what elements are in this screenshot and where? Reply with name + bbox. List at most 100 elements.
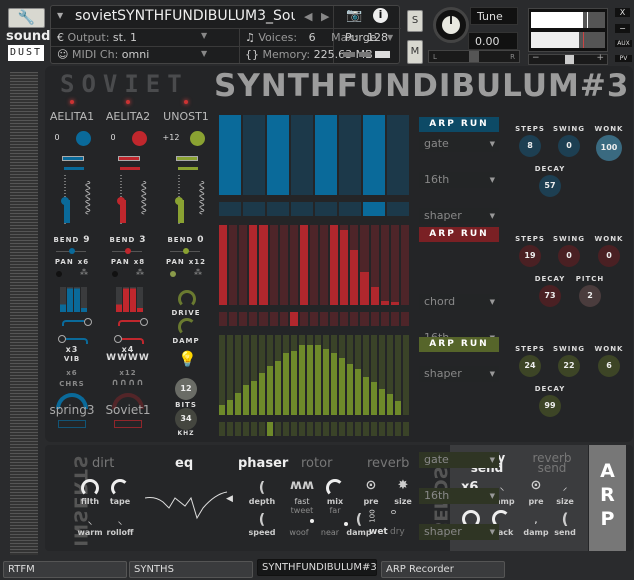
speed-knob[interactable]: ( xyxy=(245,512,279,528)
mix-knob[interactable] xyxy=(326,479,344,497)
bend-control[interactable]: BEND 3 xyxy=(100,235,156,245)
step-value-bar[interactable] xyxy=(360,272,369,305)
transpose-value[interactable]: 0 xyxy=(48,133,66,142)
instrument-name[interactable]: sovietSYNTHFUNDIBULUM3_Sound xyxy=(75,8,295,24)
arp-wonk-knob[interactable]: 100 xyxy=(596,135,622,161)
mode-led[interactable] xyxy=(56,271,62,277)
step-value-bar[interactable] xyxy=(299,345,305,415)
mod-bar[interactable] xyxy=(60,287,66,312)
step-value-bar[interactable] xyxy=(363,115,385,195)
pan-handle[interactable] xyxy=(69,248,75,254)
step-value-bar[interactable] xyxy=(339,358,345,415)
arp-wonk-knob[interactable]: 6 xyxy=(598,355,620,377)
channel-color-button[interactable] xyxy=(190,131,205,146)
step-cell[interactable] xyxy=(339,115,361,195)
rs-size-knob[interactable]: ⸝ xyxy=(548,482,582,493)
output-dropdown-arrow[interactable]: ▼ xyxy=(201,31,207,40)
pre-icon[interactable]: ⊙ xyxy=(354,478,388,493)
step-value-bar[interactable] xyxy=(219,225,228,305)
fx-tab-eq[interactable]: eq xyxy=(175,456,193,471)
mod-bar[interactable] xyxy=(123,287,129,312)
step-value-bar[interactable] xyxy=(331,353,337,415)
arp-swing-knob[interactable]: 22 xyxy=(558,355,580,377)
pan-handle[interactable] xyxy=(183,248,189,254)
camera-icon[interactable]: 📷 xyxy=(346,8,362,23)
damp-knob[interactable] xyxy=(178,318,196,336)
step-sequencer[interactable] xyxy=(218,335,410,440)
step-value-bar[interactable] xyxy=(227,399,233,415)
step-value-bar[interactable] xyxy=(315,345,321,415)
step-cell[interactable] xyxy=(400,225,409,305)
instrument-menu-arrow[interactable]: ▼ xyxy=(57,11,63,20)
bend-value[interactable]: 9 xyxy=(83,235,90,245)
step-value-bar[interactable] xyxy=(395,400,401,415)
step-cell[interactable] xyxy=(320,225,329,305)
arp-pitch-knob[interactable]: 2 xyxy=(579,285,601,307)
step-value-bar[interactable] xyxy=(363,377,369,415)
arp-mode-dropdown[interactable]: gate xyxy=(419,452,499,468)
step-value-bar[interactable] xyxy=(259,373,265,415)
channel-color-button[interactable] xyxy=(132,131,147,146)
minimize-button[interactable]: − xyxy=(615,24,630,33)
step-value-bar[interactable] xyxy=(219,404,225,415)
wrench-button[interactable]: 🔧 xyxy=(8,8,45,28)
pan-multiplier[interactable]: x12 xyxy=(189,258,206,266)
step-value-bar[interactable] xyxy=(323,348,329,415)
arp-page-button[interactable]: ARP xyxy=(589,445,626,551)
step-value-bar[interactable] xyxy=(291,351,297,415)
range-bar[interactable] xyxy=(176,156,198,161)
lfo-handle-2[interactable] xyxy=(114,335,122,343)
transpose-value[interactable]: +12 xyxy=(162,133,180,142)
mod-bar[interactable] xyxy=(137,287,143,312)
glide-slider[interactable] xyxy=(178,167,198,170)
rotor-speed-icon[interactable]: ʍʍ xyxy=(285,478,319,493)
lfo-handle-1[interactable] xyxy=(140,318,148,326)
tune-value[interactable]: 0.00 xyxy=(468,32,518,50)
arp-rate-dropdown[interactable]: 16th xyxy=(419,488,499,504)
filth-knob[interactable] xyxy=(81,479,99,497)
mod1-multiplier[interactable]: x3 xyxy=(44,345,100,354)
preset-selector[interactable] xyxy=(58,420,86,428)
arp-mode-dropdown[interactable]: chord xyxy=(419,294,499,310)
arp-decay-knob[interactable]: 57 xyxy=(539,175,561,197)
eq-curve[interactable] xyxy=(145,488,235,528)
volume-fader-handle[interactable] xyxy=(117,197,125,205)
volume-handle[interactable] xyxy=(565,55,574,64)
step-sequencer[interactable] xyxy=(218,115,410,220)
output-select[interactable]: st. 1 xyxy=(113,31,137,44)
glide-slider[interactable] xyxy=(120,167,140,170)
mode-led[interactable] xyxy=(170,271,176,277)
volume-slider[interactable]: − + xyxy=(528,53,608,65)
step-cell[interactable] xyxy=(387,115,409,195)
step-sequencer[interactable] xyxy=(218,225,410,330)
arp-decay-knob[interactable]: 99 xyxy=(539,395,561,417)
step-value-bar[interactable] xyxy=(235,393,241,415)
step-cell[interactable] xyxy=(219,335,225,415)
volume-fader-handle[interactable] xyxy=(61,197,69,205)
transpose-value[interactable]: 0 xyxy=(104,133,122,142)
step-value-bar[interactable] xyxy=(390,301,399,305)
tune-knob[interactable] xyxy=(433,7,469,43)
tab-arp-recorder[interactable]: ARP Recorder xyxy=(381,561,505,578)
arp-steps-knob[interactable]: 8 xyxy=(519,135,541,157)
arp-mode-dropdown[interactable]: gate xyxy=(419,136,499,152)
step-value-bar[interactable] xyxy=(347,363,353,415)
arp-steps-knob[interactable]: 19 xyxy=(519,245,541,267)
mod-bar[interactable] xyxy=(130,287,136,312)
bend-value[interactable]: 0 xyxy=(197,235,204,245)
warm-knob[interactable]: ⸜ xyxy=(73,516,107,527)
step-value-bar[interactable] xyxy=(283,353,289,415)
step-cell[interactable] xyxy=(243,115,265,195)
close-button[interactable]: X xyxy=(615,8,630,17)
step-cell[interactable] xyxy=(279,225,288,305)
arp-rate-dropdown[interactable]: 16th xyxy=(419,172,499,188)
reverb-send-tab[interactable]: reverb send xyxy=(528,452,576,474)
step-cell[interactable] xyxy=(239,225,248,305)
purge-button[interactable]: Purge xyxy=(345,31,377,44)
step-value-bar[interactable] xyxy=(267,115,289,195)
mute-button[interactable]: M xyxy=(407,40,423,64)
mod-bar[interactable] xyxy=(116,287,122,312)
bend-control[interactable]: BEND 9 xyxy=(44,235,100,245)
step-value-bar[interactable] xyxy=(355,369,361,415)
lfo-curve-2[interactable] xyxy=(122,338,144,344)
